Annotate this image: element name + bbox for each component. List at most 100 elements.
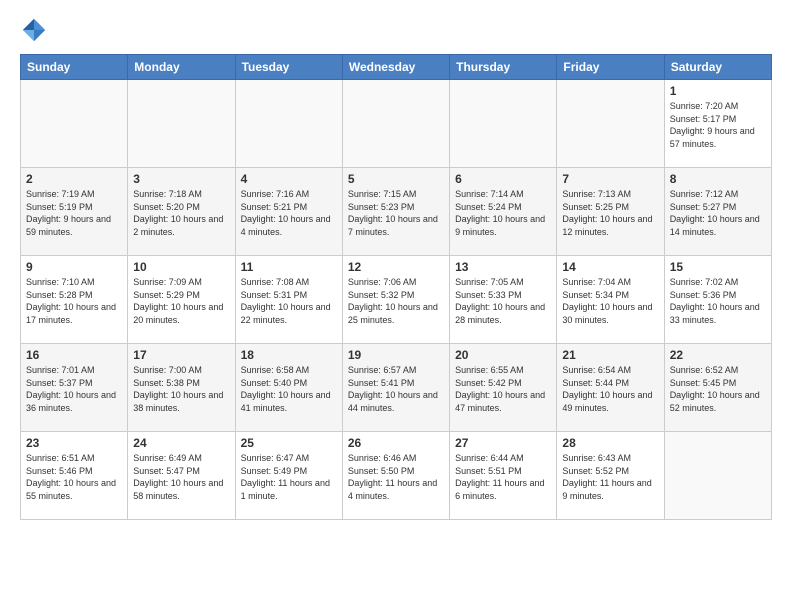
calendar-cell: 18Sunrise: 6:58 AM Sunset: 5:40 PM Dayli… <box>235 344 342 432</box>
day-info: Sunrise: 7:12 AM Sunset: 5:27 PM Dayligh… <box>670 188 766 238</box>
day-info: Sunrise: 6:49 AM Sunset: 5:47 PM Dayligh… <box>133 452 229 502</box>
calendar-cell: 15 Sunrise: 7:02 AM Sunset: 5:36 PM Dayli… <box>664 256 771 344</box>
calendar-cell <box>664 432 771 520</box>
calendar-cell: 7 Sunrise: 7:13 AM Sunset: 5:25 PM Daylig… <box>557 168 664 256</box>
day-number: 26 <box>348 436 444 450</box>
calendar-cell: 6 Sunrise: 7:14 AM Sunset: 5:24 PM Daylig… <box>450 168 557 256</box>
week-row-1: 1 Sunrise: 7:20 AM Sunset: 5:17 PM Daylig… <box>21 80 772 168</box>
day-info: Sunrise: 7:10 AM Sunset: 5:28 PM Dayligh… <box>26 276 122 326</box>
calendar-cell <box>450 80 557 168</box>
calendar-cell: 2 Sunrise: 7:19 AM Sunset: 5:19 PM Daylig… <box>21 168 128 256</box>
day-info: Sunrise: 7:01 AM Sunset: 5:37 PM Dayligh… <box>26 364 122 414</box>
day-info: Sunrise: 6:51 AM Sunset: 5:46 PM Dayligh… <box>26 452 122 502</box>
weekday-header-friday: Friday <box>557 55 664 80</box>
day-info: Sunrise: 7:05 AM Sunset: 5:33 PM Dayligh… <box>455 276 551 326</box>
day-number: 25 <box>241 436 337 450</box>
calendar-cell: 20 Sunrise: 6:55 AM Sunset: 5:42 PM Dayli… <box>450 344 557 432</box>
day-number: 24 <box>133 436 229 450</box>
logo <box>20 16 52 44</box>
day-info: Sunrise: 6:57 AM Sunset: 5:41 PM Dayligh… <box>348 364 444 414</box>
day-info: Sunrise: 7:06 AM Sunset: 5:32 PM Dayligh… <box>348 276 444 326</box>
day-number: 5 <box>348 172 444 186</box>
day-info: Sunrise: 6:44 AM Sunset: 5:51 PM Dayligh… <box>455 452 551 502</box>
day-info: Sunrise: 7:13 AM Sunset: 5:25 PM Dayligh… <box>562 188 658 238</box>
calendar-cell: 16 Sunrise: 7:01 AM Sunset: 5:37 PM Dayli… <box>21 344 128 432</box>
calendar-cell: 10 Sunrise: 7:09 AM Sunset: 5:29 PM Dayli… <box>128 256 235 344</box>
calendar-cell: 28 Sunrise: 6:43 AM Sunset: 5:52 PM Dayli… <box>557 432 664 520</box>
calendar-cell: 21 Sunrise: 6:54 AM Sunset: 5:44 PM Dayli… <box>557 344 664 432</box>
day-info: Sunrise: 7:00 AM Sunset: 5:38 PM Dayligh… <box>133 364 229 414</box>
day-number: 3 <box>133 172 229 186</box>
day-number: 19 <box>348 348 444 362</box>
day-info: Sunrise: 7:09 AM Sunset: 5:29 PM Dayligh… <box>133 276 229 326</box>
day-info: Sunrise: 6:55 AM Sunset: 5:42 PM Dayligh… <box>455 364 551 414</box>
day-number: 9 <box>26 260 122 274</box>
day-number: 18 <box>241 348 337 362</box>
day-number: 10 <box>133 260 229 274</box>
weekday-header-saturday: Saturday <box>664 55 771 80</box>
day-number: 1 <box>670 84 766 98</box>
day-number: 22 <box>670 348 766 362</box>
day-number: 28 <box>562 436 658 450</box>
day-number: 20 <box>455 348 551 362</box>
day-info: Sunrise: 7:18 AM Sunset: 5:20 PM Dayligh… <box>133 188 229 238</box>
day-number: 11 <box>241 260 337 274</box>
day-number: 12 <box>348 260 444 274</box>
calendar-cell: 9 Sunrise: 7:10 AM Sunset: 5:28 PM Daylig… <box>21 256 128 344</box>
weekday-header-tuesday: Tuesday <box>235 55 342 80</box>
calendar-cell: 14 Sunrise: 7:04 AM Sunset: 5:34 PM Dayli… <box>557 256 664 344</box>
day-info: Sunrise: 6:46 AM Sunset: 5:50 PM Dayligh… <box>348 452 444 502</box>
calendar-cell: 5 Sunrise: 7:15 AM Sunset: 5:23 PM Daylig… <box>342 168 449 256</box>
day-info: Sunrise: 6:52 AM Sunset: 5:45 PM Dayligh… <box>670 364 766 414</box>
day-number: 7 <box>562 172 658 186</box>
calendar-cell: 17 Sunrise: 7:00 AM Sunset: 5:38 PM Dayli… <box>128 344 235 432</box>
day-info: Sunrise: 7:14 AM Sunset: 5:24 PM Dayligh… <box>455 188 551 238</box>
day-info: Sunrise: 7:20 AM Sunset: 5:17 PM Dayligh… <box>670 100 766 150</box>
week-row-5: 23Sunrise: 6:51 AM Sunset: 5:46 PM Dayli… <box>21 432 772 520</box>
calendar-cell <box>128 80 235 168</box>
calendar-cell: 23Sunrise: 6:51 AM Sunset: 5:46 PM Dayli… <box>21 432 128 520</box>
day-info: Sunrise: 7:02 AM Sunset: 5:36 PM Dayligh… <box>670 276 766 326</box>
day-number: 17 <box>133 348 229 362</box>
day-number: 21 <box>562 348 658 362</box>
day-number: 14 <box>562 260 658 274</box>
header <box>20 16 772 44</box>
day-info: Sunrise: 7:04 AM Sunset: 5:34 PM Dayligh… <box>562 276 658 326</box>
calendar-cell <box>342 80 449 168</box>
day-number: 8 <box>670 172 766 186</box>
day-number: 16 <box>26 348 122 362</box>
page-container: SundayMondayTuesdayWednesdayThursdayFrid… <box>0 0 792 530</box>
week-row-4: 16 Sunrise: 7:01 AM Sunset: 5:37 PM Dayli… <box>21 344 772 432</box>
day-info: Sunrise: 7:19 AM Sunset: 5:19 PM Dayligh… <box>26 188 122 238</box>
day-info: Sunrise: 6:47 AM Sunset: 5:49 PM Dayligh… <box>241 452 337 502</box>
calendar-cell: 13 Sunrise: 7:05 AM Sunset: 5:33 PM Dayli… <box>450 256 557 344</box>
day-info: Sunrise: 7:15 AM Sunset: 5:23 PM Dayligh… <box>348 188 444 238</box>
calendar-cell <box>21 80 128 168</box>
day-number: 2 <box>26 172 122 186</box>
calendar-cell: 22 Sunrise: 6:52 AM Sunset: 5:45 PM Dayli… <box>664 344 771 432</box>
weekday-header-thursday: Thursday <box>450 55 557 80</box>
calendar-cell <box>557 80 664 168</box>
day-number: 6 <box>455 172 551 186</box>
logo-icon <box>20 16 48 44</box>
day-number: 4 <box>241 172 337 186</box>
day-info: Sunrise: 7:16 AM Sunset: 5:21 PM Dayligh… <box>241 188 337 238</box>
calendar-cell: 26 Sunrise: 6:46 AM Sunset: 5:50 PM Dayli… <box>342 432 449 520</box>
calendar-cell: 25 Sunrise: 6:47 AM Sunset: 5:49 PM Dayli… <box>235 432 342 520</box>
day-info: Sunrise: 6:43 AM Sunset: 5:52 PM Dayligh… <box>562 452 658 502</box>
day-number: 15 <box>670 260 766 274</box>
calendar-cell: 4 Sunrise: 7:16 AM Sunset: 5:21 PM Daylig… <box>235 168 342 256</box>
week-row-2: 2 Sunrise: 7:19 AM Sunset: 5:19 PM Daylig… <box>21 168 772 256</box>
weekday-header-wednesday: Wednesday <box>342 55 449 80</box>
calendar: SundayMondayTuesdayWednesdayThursdayFrid… <box>20 54 772 520</box>
calendar-cell: 12 Sunrise: 7:06 AM Sunset: 5:32 PM Dayli… <box>342 256 449 344</box>
day-info: Sunrise: 7:08 AM Sunset: 5:31 PM Dayligh… <box>241 276 337 326</box>
day-number: 13 <box>455 260 551 274</box>
weekday-header-row: SundayMondayTuesdayWednesdayThursdayFrid… <box>21 55 772 80</box>
day-number: 27 <box>455 436 551 450</box>
calendar-cell: 1 Sunrise: 7:20 AM Sunset: 5:17 PM Daylig… <box>664 80 771 168</box>
calendar-cell: 19 Sunrise: 6:57 AM Sunset: 5:41 PM Dayli… <box>342 344 449 432</box>
week-row-3: 9 Sunrise: 7:10 AM Sunset: 5:28 PM Daylig… <box>21 256 772 344</box>
weekday-header-sunday: Sunday <box>21 55 128 80</box>
day-info: Sunrise: 6:54 AM Sunset: 5:44 PM Dayligh… <box>562 364 658 414</box>
